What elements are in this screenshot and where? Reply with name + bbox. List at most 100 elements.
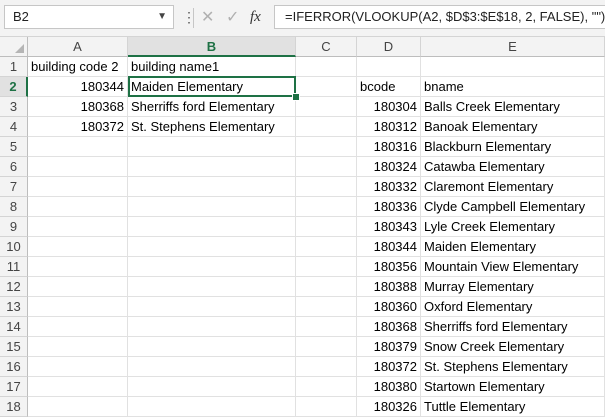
formula-input[interactable]: =IFERROR(VLOOKUP(A2, $D$3:$E$18, 2, FALS…	[274, 5, 605, 29]
cell-b15[interactable]	[128, 337, 296, 357]
cell-b2[interactable]: Maiden Elementary	[128, 77, 296, 97]
cell-e5[interactable]: Blackburn Elementary	[421, 137, 605, 157]
cell-e2[interactable]: bname	[421, 77, 605, 97]
fill-handle[interactable]	[292, 93, 300, 101]
cell-d17[interactable]: 180380	[357, 377, 421, 397]
row-header-11[interactable]: 11	[0, 257, 28, 277]
cell-b6[interactable]	[128, 157, 296, 177]
cell-e7[interactable]: Claremont Elementary	[421, 177, 605, 197]
cell-e15[interactable]: Snow Creek Elementary	[421, 337, 605, 357]
row-header-4[interactable]: 4	[0, 117, 28, 137]
enter-check-icon[interactable]: ✓	[226, 7, 239, 29]
cell-e3[interactable]: Balls Creek Elementary	[421, 97, 605, 117]
cell-d10[interactable]: 180344	[357, 237, 421, 257]
cell-b7[interactable]	[128, 177, 296, 197]
cell-c7[interactable]	[296, 177, 357, 197]
cell-b3[interactable]: Sherriffs ford Elementary	[128, 97, 296, 117]
cell-c13[interactable]	[296, 297, 357, 317]
cell-c10[interactable]	[296, 237, 357, 257]
cell-a5[interactable]	[28, 137, 128, 157]
row-header-2[interactable]: 2	[0, 77, 28, 97]
cell-b9[interactable]	[128, 217, 296, 237]
chevron-down-icon[interactable]: ▼	[157, 6, 167, 28]
cell-e14[interactable]: Sherriffs ford Elementary	[421, 317, 605, 337]
row-header-3[interactable]: 3	[0, 97, 28, 117]
cell-c16[interactable]	[296, 357, 357, 377]
cell-d12[interactable]: 180388	[357, 277, 421, 297]
cell-a2[interactable]: 180344	[28, 77, 128, 97]
cell-e13[interactable]: Oxford Elementary	[421, 297, 605, 317]
cell-b10[interactable]	[128, 237, 296, 257]
cell-e17[interactable]: Startown Elementary	[421, 377, 605, 397]
cancel-icon[interactable]: ✕	[201, 7, 214, 29]
cell-a1[interactable]: building code 2	[28, 57, 128, 77]
row-header-17[interactable]: 17	[0, 377, 28, 397]
cell-d5[interactable]: 180316	[357, 137, 421, 157]
cell-a11[interactable]	[28, 257, 128, 277]
row-header-10[interactable]: 10	[0, 237, 28, 257]
column-header-d[interactable]: D	[357, 37, 421, 57]
cell-a3[interactable]: 180368	[28, 97, 128, 117]
cell-a18[interactable]	[28, 397, 128, 417]
cell-c6[interactable]	[296, 157, 357, 177]
cell-c18[interactable]	[296, 397, 357, 417]
row-header-13[interactable]: 13	[0, 297, 28, 317]
cell-d15[interactable]: 180379	[357, 337, 421, 357]
select-all-button[interactable]	[0, 37, 28, 57]
cell-a15[interactable]	[28, 337, 128, 357]
cell-c5[interactable]	[296, 137, 357, 157]
row-header-18[interactable]: 18	[0, 397, 28, 417]
name-box[interactable]: B2 ▼	[4, 5, 174, 29]
cell-a14[interactable]	[28, 317, 128, 337]
column-header-e[interactable]: E	[421, 37, 605, 57]
cell-b13[interactable]	[128, 297, 296, 317]
cell-c9[interactable]	[296, 217, 357, 237]
cell-a4[interactable]: 180372	[28, 117, 128, 137]
cell-b18[interactable]	[128, 397, 296, 417]
cell-e8[interactable]: Clyde Campbell Elementary	[421, 197, 605, 217]
cell-d2[interactable]: bcode	[357, 77, 421, 97]
cell-b17[interactable]	[128, 377, 296, 397]
cell-a12[interactable]	[28, 277, 128, 297]
cell-c1[interactable]	[296, 57, 357, 77]
row-header-1[interactable]: 1	[0, 57, 28, 77]
cell-b4[interactable]: St. Stephens Elementary	[128, 117, 296, 137]
cell-d9[interactable]: 180343	[357, 217, 421, 237]
cell-b12[interactable]	[128, 277, 296, 297]
cell-d3[interactable]: 180304	[357, 97, 421, 117]
cell-a9[interactable]	[28, 217, 128, 237]
cell-a6[interactable]	[28, 157, 128, 177]
cell-e18[interactable]: Tuttle Elementary	[421, 397, 605, 417]
cell-a7[interactable]	[28, 177, 128, 197]
cell-e4[interactable]: Banoak Elementary	[421, 117, 605, 137]
cell-b11[interactable]	[128, 257, 296, 277]
insert-function-icon[interactable]: fx	[250, 6, 261, 28]
row-header-9[interactable]: 9	[0, 217, 28, 237]
cell-b1[interactable]: building name1	[128, 57, 296, 77]
cell-c15[interactable]	[296, 337, 357, 357]
cell-d7[interactable]: 180332	[357, 177, 421, 197]
cell-c2[interactable]	[296, 77, 357, 97]
cell-a17[interactable]	[28, 377, 128, 397]
cell-a16[interactable]	[28, 357, 128, 377]
cell-e11[interactable]: Mountain View Elementary	[421, 257, 605, 277]
cell-a13[interactable]	[28, 297, 128, 317]
row-header-6[interactable]: 6	[0, 157, 28, 177]
cell-d4[interactable]: 180312	[357, 117, 421, 137]
cell-e1[interactable]	[421, 57, 605, 77]
cell-b14[interactable]	[128, 317, 296, 337]
cell-c17[interactable]	[296, 377, 357, 397]
cell-b8[interactable]	[128, 197, 296, 217]
cell-a8[interactable]	[28, 197, 128, 217]
cell-d18[interactable]: 180326	[357, 397, 421, 417]
cell-e6[interactable]: Catawba Elementary	[421, 157, 605, 177]
cell-e12[interactable]: Murray Elementary	[421, 277, 605, 297]
row-header-5[interactable]: 5	[0, 137, 28, 157]
column-header-a[interactable]: A	[28, 37, 128, 57]
cell-e16[interactable]: St. Stephens Elementary	[421, 357, 605, 377]
cell-c14[interactable]	[296, 317, 357, 337]
cell-c12[interactable]	[296, 277, 357, 297]
column-header-b[interactable]: B	[128, 37, 296, 57]
cell-b5[interactable]	[128, 137, 296, 157]
row-header-16[interactable]: 16	[0, 357, 28, 377]
